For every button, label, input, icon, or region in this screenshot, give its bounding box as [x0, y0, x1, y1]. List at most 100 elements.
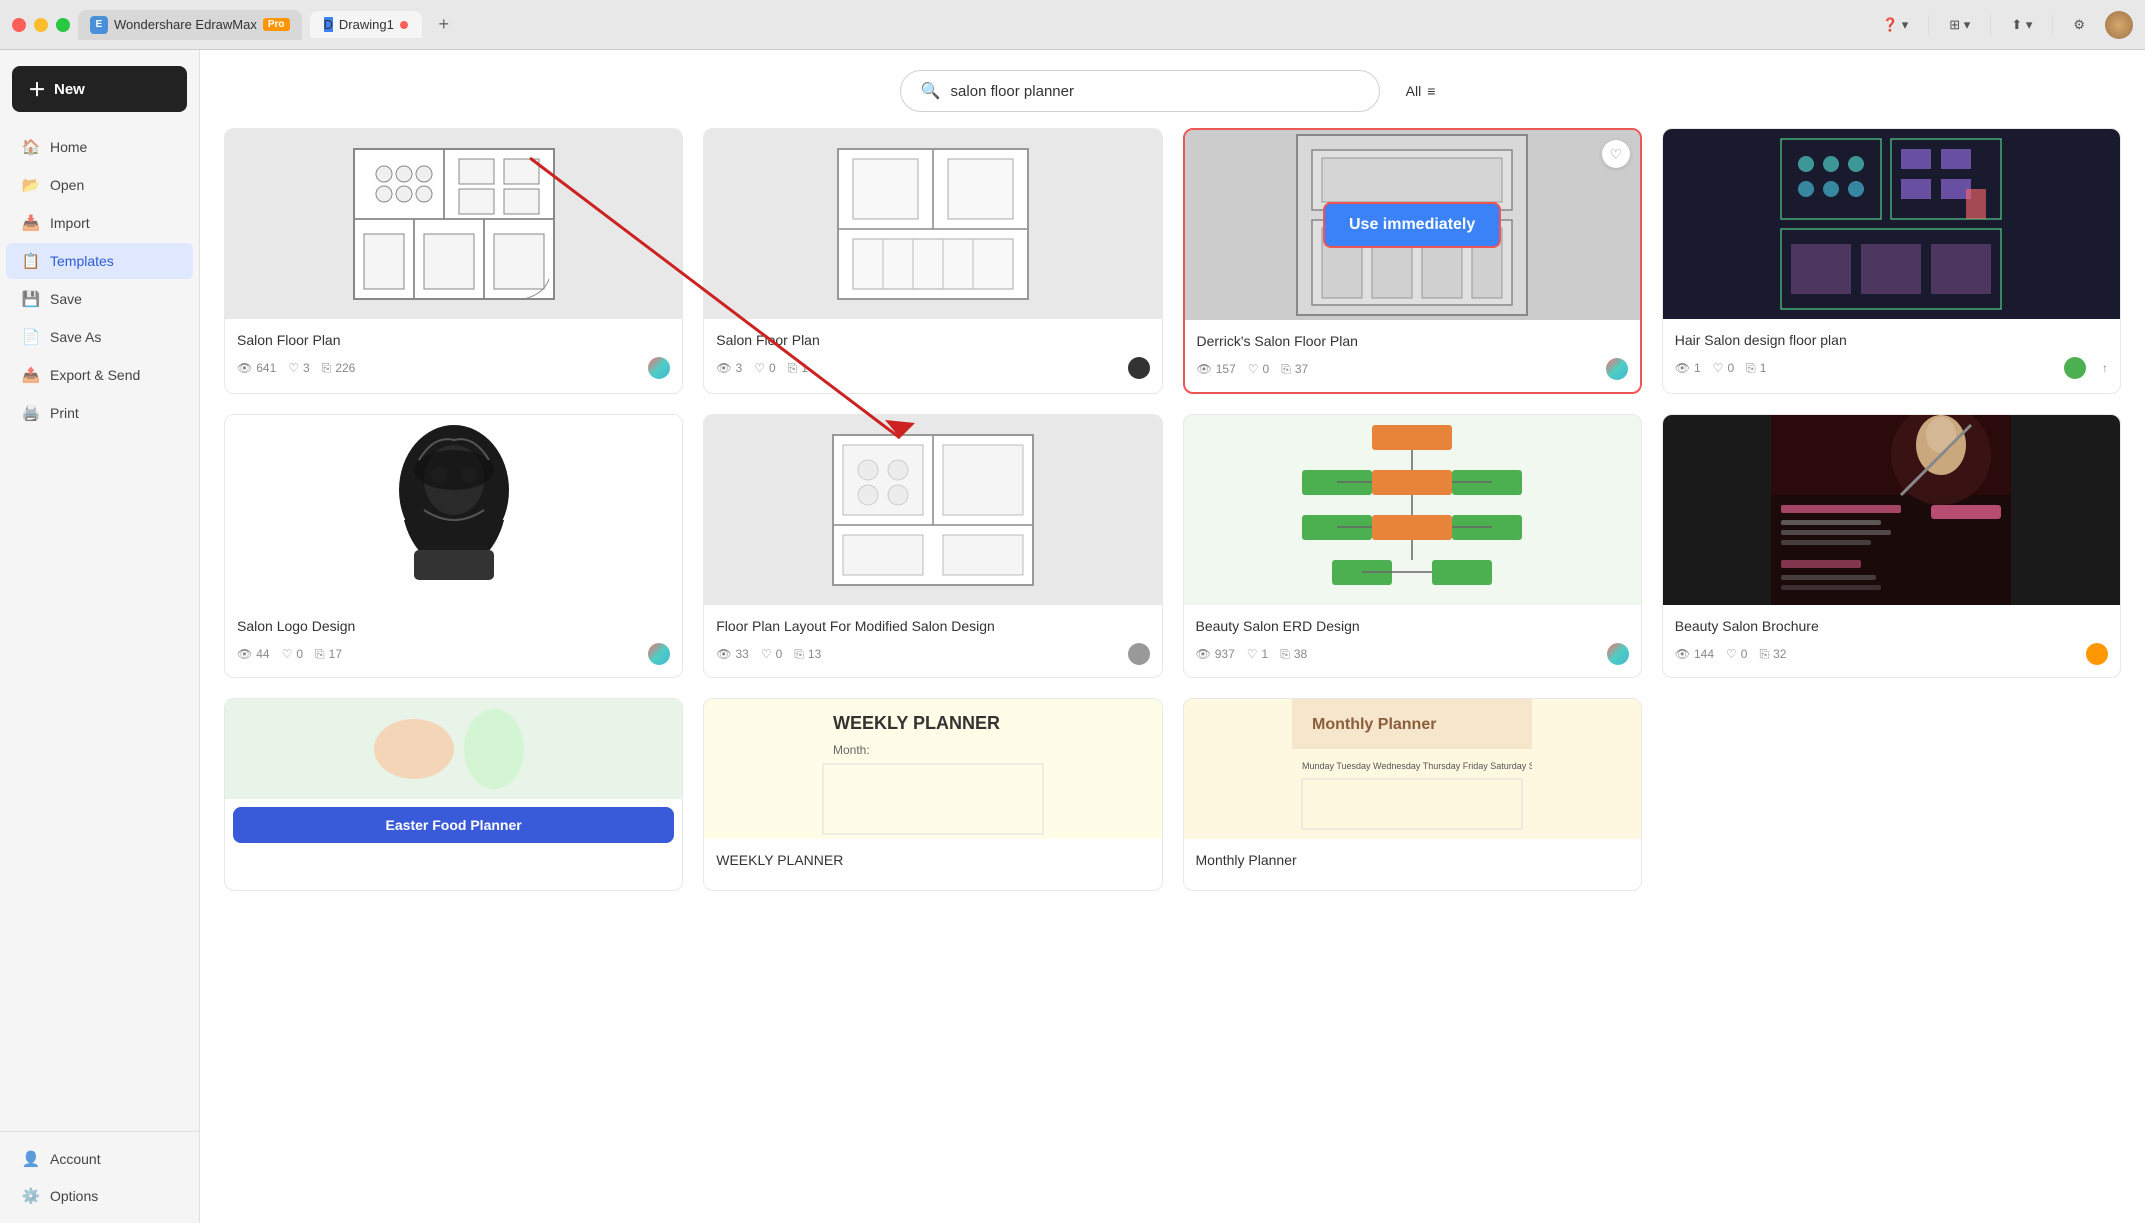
account-icon: 👤	[22, 1150, 40, 1168]
search-box: 🔍	[900, 70, 1380, 112]
copies-stat-2: ⎘ 1	[788, 361, 808, 376]
likes-stat-8: ♡ 0	[1726, 647, 1747, 661]
settings-icon[interactable]: ⚙	[2073, 17, 2085, 33]
author-avatar-5	[648, 643, 670, 665]
likes-stat-6: ♡ 0	[761, 647, 782, 661]
template-info-8: Beauty Salon Brochure 👁 144 ♡ 0 ⎘ 32	[1663, 605, 2120, 677]
likes-stat-3: ♡ 0	[1248, 362, 1269, 376]
template-info-10: WEEKLY PLANNER	[704, 839, 1161, 889]
all-filter-button[interactable]: All ≡	[1396, 77, 1446, 105]
open-icon: 📂	[22, 176, 40, 194]
help-icon[interactable]: ❓ ▾	[1882, 17, 1908, 33]
maximize-button[interactable]	[56, 18, 70, 32]
template-card-6[interactable]: Floor Plan Layout For Modified Salon Des…	[703, 414, 1162, 678]
template-thumbnail-6	[704, 415, 1161, 605]
sidebar-options-label: Options	[50, 1188, 98, 1204]
easter-planner-button[interactable]: Easter Food Planner	[233, 807, 674, 843]
copies-stat-5: ⎘ 17	[315, 647, 342, 662]
views-stat-7: 👁 937	[1196, 647, 1235, 661]
template-card-2[interactable]: Salon Floor Plan 👁 3 ♡ 0 ⎘ 1	[703, 128, 1162, 394]
template-card-10[interactable]: WEEKLY PLANNER Month: WEEKLY PLANNER	[703, 698, 1162, 890]
sidebar-item-import[interactable]: 📥 Import	[6, 205, 193, 241]
author-avatar-7	[1607, 643, 1629, 665]
template-title-6: Floor Plan Layout For Modified Salon Des…	[716, 617, 1149, 635]
new-tab-button[interactable]: +	[430, 11, 458, 39]
author-avatar-2	[1128, 357, 1150, 379]
search-input[interactable]	[951, 83, 1359, 100]
sidebar-item-options[interactable]: ⚙️ Options	[6, 1178, 193, 1214]
template-card-4[interactable]: Hair Salon design floor plan 👁 1 ♡ 0 ⎘ 1…	[1662, 128, 2121, 394]
template-card-7[interactable]: Beauty Salon ERD Design 👁 937 ♡ 1 ⎘ 38	[1183, 414, 1642, 678]
drawing-tab[interactable]: D Drawing1	[310, 11, 422, 38]
template-info-11: Monthly Planner	[1184, 839, 1641, 889]
user-avatar[interactable]	[2105, 11, 2133, 39]
views-stat-1: 👁 641	[237, 361, 276, 375]
template-card-11[interactable]: Monthly Planner Munday Tuesday Wednesday…	[1183, 698, 1642, 890]
sidebar-item-account[interactable]: 👤 Account	[6, 1141, 193, 1177]
template-card-9[interactable]: Easter Food Planner	[224, 698, 683, 890]
sidebar-item-open[interactable]: 📂 Open	[6, 167, 193, 203]
drawing-tab-label: Drawing1	[339, 17, 394, 32]
template-thumbnail-5	[225, 415, 682, 605]
new-button[interactable]: ＋ New	[12, 66, 187, 112]
template-card-5[interactable]: Salon Logo Design 👁 44 ♡ 0 ⎘ 17	[224, 414, 683, 678]
copies-stat-3: ⎘ 37	[1281, 362, 1308, 377]
author-avatar-6	[1128, 643, 1150, 665]
author-avatar-8	[2086, 643, 2108, 665]
search-area: 🔍 All ≡	[200, 50, 2145, 128]
use-immediately-button[interactable]: Use immediately	[1323, 202, 1501, 248]
copies-stat-6: ⎘ 13	[794, 647, 821, 662]
search-icon: 🔍	[921, 81, 941, 101]
template-thumbnail-8	[1663, 415, 2120, 605]
close-button[interactable]	[12, 18, 26, 32]
template-thumbnail-10: WEEKLY PLANNER Month:	[704, 699, 1161, 839]
export-icon: 📤	[22, 366, 40, 384]
author-avatar-4	[2064, 357, 2086, 379]
divider2	[1990, 15, 1991, 35]
divider	[1928, 15, 1929, 35]
sidebar-item-export[interactable]: 📤 Export & Send	[6, 357, 193, 393]
template-card-1[interactable]: Salon Floor Plan 👁 641 ♡ 3 ⎘ 226	[224, 128, 683, 394]
template-thumbnail-9	[225, 699, 682, 799]
template-info-4: Hair Salon design floor plan 👁 1 ♡ 0 ⎘ 1…	[1663, 319, 2120, 391]
views-stat-4: 👁 1	[1675, 361, 1701, 375]
template-stats-5: 👁 44 ♡ 0 ⎘ 17	[237, 643, 670, 665]
sidebar-print-label: Print	[50, 405, 79, 421]
sidebar-item-templates[interactable]: 📋 Templates	[6, 243, 193, 279]
sidebar-item-home[interactable]: 🏠 Home	[6, 129, 193, 165]
template-card-3[interactable]: ♡ Use immediately Derrick's Salon Floor …	[1183, 128, 1642, 394]
templates-icon: 📋	[22, 252, 40, 270]
sidebar-item-save-as[interactable]: 📄 Save As	[6, 319, 193, 355]
template-title-8: Beauty Salon Brochure	[1675, 617, 2108, 635]
app-tab[interactable]: E Wondershare EdrawMax Pro	[78, 10, 302, 40]
divider3	[2052, 15, 2053, 35]
grid-icon[interactable]: ⊞ ▾	[1949, 17, 1970, 33]
import-icon: 📥	[22, 214, 40, 232]
author-avatar-3	[1606, 358, 1628, 380]
likes-stat-7: ♡ 1	[1247, 647, 1268, 661]
app-name: Wondershare EdrawMax	[114, 17, 257, 32]
template-title-7: Beauty Salon ERD Design	[1196, 617, 1629, 635]
sidebar: ＋ New 🏠 Home 📂 Open 📥 Import 📋 Templates…	[0, 50, 200, 1223]
template-card-8[interactable]: Beauty Salon Brochure 👁 144 ♡ 0 ⎘ 32	[1662, 414, 2121, 678]
template-title-5: Salon Logo Design	[237, 617, 670, 635]
template-thumbnail-1	[225, 129, 682, 319]
views-stat-6: 👁 33	[716, 647, 749, 661]
template-title-3: Derrick's Salon Floor Plan	[1197, 332, 1628, 350]
minimize-button[interactable]	[34, 18, 48, 32]
views-stat-5: 👁 44	[237, 647, 270, 661]
template-title-1: Salon Floor Plan	[237, 331, 670, 349]
plus-icon: ＋	[28, 76, 46, 102]
sidebar-item-print[interactable]: 🖨️ Print	[6, 395, 193, 431]
heart-button-3[interactable]: ♡	[1602, 140, 1630, 168]
sidebar-item-save[interactable]: 💾 Save	[6, 281, 193, 317]
template-thumbnail-3: ♡ Use immediately	[1185, 130, 1640, 320]
share-icon[interactable]: ⬆ ▾	[2011, 17, 2032, 33]
template-stats-7: 👁 937 ♡ 1 ⎘ 38	[1196, 643, 1629, 665]
template-stats-8: 👁 144 ♡ 0 ⎘ 32	[1675, 643, 2108, 665]
template-title-2: Salon Floor Plan	[716, 331, 1149, 349]
likes-stat-1: ♡ 3	[288, 361, 309, 375]
home-icon: 🏠	[22, 138, 40, 156]
pro-badge: Pro	[263, 18, 290, 31]
print-icon: 🖨️	[22, 404, 40, 422]
